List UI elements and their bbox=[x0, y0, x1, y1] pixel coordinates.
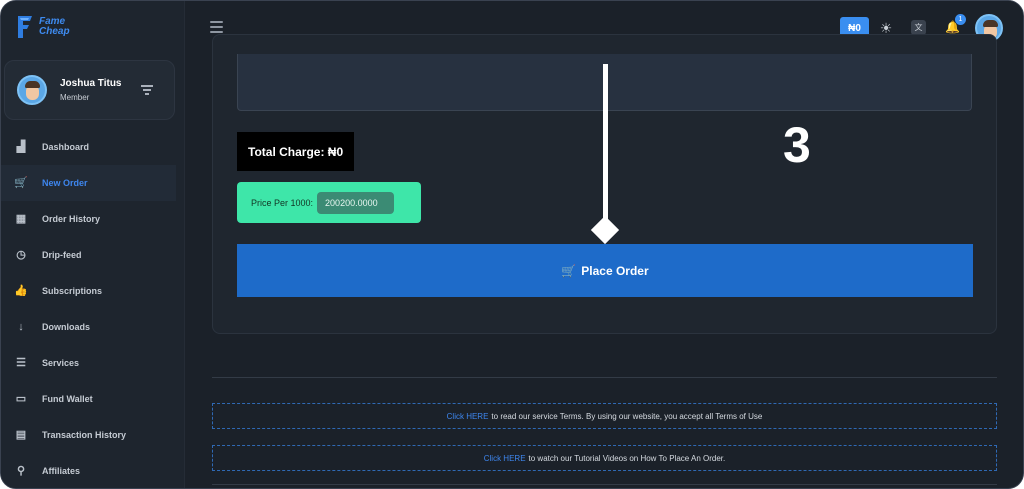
tutorial-notice: Click HERE to watch our Tutorial Videos … bbox=[212, 445, 997, 471]
place-order-button[interactable]: 🛒 Place Order bbox=[237, 244, 973, 297]
annotation-arrow-line bbox=[603, 64, 608, 224]
avatar bbox=[17, 75, 47, 105]
main-content: Total Charge: ₦0 Price Per 1000: 200200.… bbox=[185, 34, 1023, 488]
logo[interactable]: Fame Cheap bbox=[15, 14, 70, 40]
cart-icon: 🛒 bbox=[561, 263, 577, 278]
sidebar-item-subscriptions[interactable]: 👍 Subscriptions bbox=[1, 273, 185, 309]
sidebar-item-label: Fund Wallet bbox=[42, 394, 93, 404]
sidebar-item-label: Affiliates bbox=[42, 466, 81, 476]
sidebar-item-dashboard[interactable]: ▟ Dashboard bbox=[1, 129, 185, 165]
price-per-label: Price Per 1000: bbox=[251, 197, 314, 208]
translate-icon[interactable]: 文 bbox=[911, 20, 926, 35]
logo-text: Fame Cheap bbox=[39, 17, 70, 37]
profile-role: Member bbox=[60, 93, 90, 102]
sidebar-item-label: Drip-feed bbox=[42, 250, 82, 260]
profile-card[interactable]: Joshua Titus Member bbox=[4, 60, 175, 120]
sidebar-item-label: Services bbox=[42, 358, 80, 368]
brand-line-2: Cheap bbox=[39, 26, 70, 37]
thumbs-up-icon: 👍 bbox=[14, 285, 28, 297]
sidebar-item-affiliates[interactable]: ⚲ Affiliates bbox=[1, 453, 185, 488]
terms-notice-text: to read our service Terms. By using our … bbox=[491, 411, 763, 421]
price-per-1000-box: Price Per 1000: 200200.0000 bbox=[237, 182, 421, 223]
sidebar-item-label: New Order bbox=[42, 178, 88, 188]
sidebar-item-label: Dashboard bbox=[42, 142, 90, 152]
filter-icon[interactable] bbox=[141, 85, 153, 95]
logo-mark-icon bbox=[18, 16, 32, 38]
sidebar-item-fund-wallet[interactable]: ▭ Fund Wallet bbox=[1, 381, 185, 417]
terms-link[interactable]: Click HERE bbox=[447, 412, 489, 421]
sidebar-item-label: Subscriptions bbox=[42, 286, 103, 296]
terms-notice: Click HERE to read our service Terms. By… bbox=[212, 403, 997, 429]
bottom-divider bbox=[212, 484, 997, 485]
sidebar-item-services[interactable]: ☰ Services bbox=[1, 345, 185, 381]
sidebar-item-transaction-history[interactable]: ▤ Transaction History bbox=[1, 417, 185, 453]
divider bbox=[212, 377, 997, 378]
cart-icon: 🛒 bbox=[14, 177, 28, 189]
sidebar-nav: ▟ Dashboard 🛒 New Order ▦ Order History … bbox=[1, 129, 185, 488]
price-per-value: 200200.0000 bbox=[317, 191, 395, 214]
arrow-down-icon: ↓ bbox=[18, 321, 24, 333]
profile-name: Joshua Titus bbox=[60, 78, 122, 89]
place-order-label: Place Order bbox=[581, 263, 649, 278]
sidebar-item-label: Transaction History bbox=[42, 430, 127, 440]
total-charge: Total Charge: ₦0 bbox=[237, 132, 354, 171]
users-icon: ⚲ bbox=[16, 465, 26, 477]
menu-icon[interactable] bbox=[210, 21, 223, 33]
list-icon: ☰ bbox=[16, 357, 26, 369]
tutorial-notice-text: to watch our Tutorial Videos on How To P… bbox=[528, 453, 726, 463]
notification-badge: 1 bbox=[955, 14, 966, 25]
sidebar-item-label: Downloads bbox=[42, 322, 91, 332]
receipt-icon: ▤ bbox=[15, 429, 27, 441]
sidebar-item-order-history[interactable]: ▦ Order History bbox=[1, 201, 185, 237]
sidebar-item-label: Order History bbox=[42, 214, 101, 224]
tutorial-link[interactable]: Click HERE bbox=[484, 454, 526, 463]
sidebar-item-drip-feed[interactable]: ◷ Drip-feed bbox=[1, 237, 185, 273]
wallet-icon: ▭ bbox=[15, 393, 27, 405]
clock-icon: ◷ bbox=[16, 249, 26, 261]
sidebar: Fame Cheap Joshua Titus Member ▟ Dashboa… bbox=[1, 1, 185, 488]
app-frame: Fame Cheap Joshua Titus Member ▟ Dashboa… bbox=[0, 0, 1024, 489]
chart-icon: ▟ bbox=[16, 141, 26, 153]
step-number: 3 bbox=[783, 117, 811, 173]
calendar-icon: ▦ bbox=[15, 213, 27, 225]
sidebar-item-downloads[interactable]: ↓ Downloads bbox=[1, 309, 185, 345]
sidebar-item-new-order[interactable]: 🛒 New Order bbox=[1, 165, 176, 201]
